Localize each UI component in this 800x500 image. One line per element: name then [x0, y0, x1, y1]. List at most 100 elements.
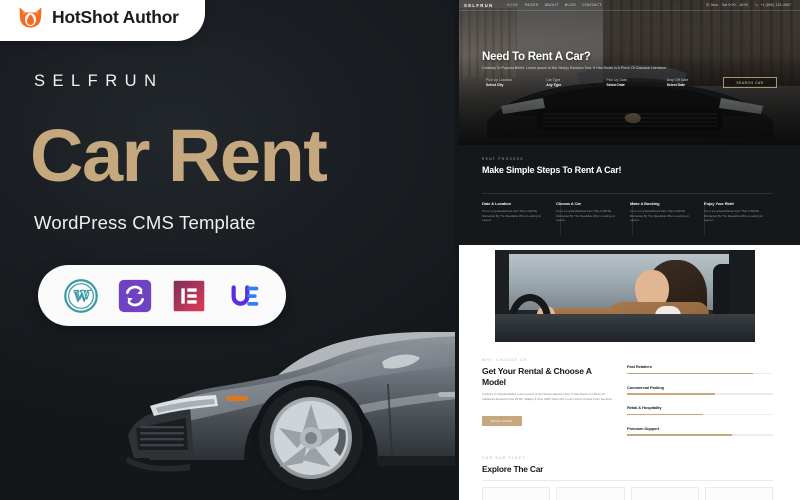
- hero-section: Need To Rent A Car? Contrary To Popular …: [455, 0, 800, 145]
- read-more-button[interactable]: Read More: [482, 416, 522, 426]
- step-desc: It Is A Long Established Fact That A Wil…: [482, 209, 541, 223]
- rental-section: Why Choose Us Get Your Rental & Choose A…: [455, 348, 800, 453]
- rental-paragraph: Contrary To Popular Belief, Lorem Ipsum …: [482, 392, 613, 402]
- car-card-4[interactable]: [704, 487, 773, 500]
- step-title: Make A Booking: [630, 201, 660, 206]
- hero-title: Need To Rent A Car?: [482, 51, 591, 63]
- search-car-button[interactable]: Search Car: [723, 77, 777, 88]
- steps-eyebrow: Rent Process: [482, 157, 524, 161]
- skill-row-premium-support: Premium Support: [627, 426, 773, 436]
- promo-title: Car Rent: [30, 114, 328, 197]
- skill-fill: [627, 372, 753, 375]
- step-card-date-location[interactable]: Date & Location It Is A Long Established…: [482, 201, 551, 223]
- promo-brand: SELFRUN: [34, 72, 164, 90]
- explore-divider: [482, 480, 773, 481]
- elementor-icon: [173, 280, 205, 311]
- fox-flame-icon: [19, 7, 42, 28]
- website-preview: Need To Rent A Car? Contrary To Popular …: [455, 0, 800, 500]
- step-card-enjoy-your-ride[interactable]: Enjoy Your Ride! It Is A Long Establishe…: [704, 201, 773, 223]
- booking-field-dropoff-date[interactable]: Drop Off Date Select Date: [663, 78, 721, 87]
- site-nav: Home Pages About Blog Contact: [507, 3, 602, 7]
- driver-photo-band: [455, 245, 800, 348]
- revolution-slider-icon: [118, 279, 152, 312]
- contact-phone[interactable]: +1 (800) 123-4567: [755, 3, 791, 7]
- skill-track: [627, 413, 773, 416]
- skill-label: Commercial Parking: [627, 384, 664, 390]
- promo-banner: HotShot Author SELFRUN Car Rent WordPres…: [0, 0, 800, 500]
- phone-icon: [756, 3, 759, 7]
- field-label: Pick Up Date: [606, 78, 627, 82]
- rental-eyebrow: Why Choose Us: [482, 358, 528, 362]
- svg-text:W: W: [73, 288, 89, 305]
- field-label: Drop Off Date: [666, 78, 689, 82]
- field-value: Select City: [486, 83, 504, 87]
- band-mask-left: [455, 245, 495, 273]
- steps-grid: Date & Location It Is A Long Established…: [482, 201, 773, 223]
- site-header: SELFRUN Home Pages About Blog Contact Mo…: [455, 0, 800, 11]
- unlimited-elements-icon: [231, 284, 259, 306]
- skill-row-commercial-parking: Commercial Parking: [627, 385, 773, 395]
- clock-icon: [706, 3, 710, 7]
- contact-hours: Mon - Sat 9:00 - 18:00: [706, 3, 748, 7]
- car-door: [495, 314, 755, 342]
- field-value: Select Date: [666, 83, 686, 87]
- promo-left-panel: HotShot Author SELFRUN Car Rent WordPres…: [0, 0, 455, 500]
- explore-card-row: [482, 487, 773, 500]
- car-card-3[interactable]: [630, 487, 699, 500]
- field-value: Any Type: [546, 83, 562, 87]
- step-desc: It Is A Long Established Fact That A Wil…: [630, 209, 689, 223]
- explore-section: Our Car Fleet Explore The Car: [455, 453, 800, 500]
- field-label: Car Type: [546, 78, 561, 82]
- skill-row-retail-hospitality: Retail & Hospitality: [627, 405, 773, 416]
- nav-item-pages[interactable]: Pages: [525, 3, 539, 7]
- steps-title: Make Simple Steps To Rent A Car!: [482, 165, 622, 175]
- skill-fill: [627, 434, 733, 436]
- skill-fill: [627, 413, 703, 416]
- field-value: Select Date: [606, 83, 625, 87]
- nav-item-contact[interactable]: Contact: [582, 3, 602, 7]
- promo-subtitle: WordPress CMS Template: [34, 212, 256, 233]
- step-title: Choose A Car: [556, 201, 581, 206]
- booking-search-bar[interactable]: Pick Up Location Select City Car Type An…: [482, 76, 777, 89]
- hero-overlay: [455, 0, 800, 145]
- panel-edge: [455, 0, 459, 500]
- explore-eyebrow: Our Car Fleet: [482, 456, 526, 460]
- car-card-1[interactable]: [482, 487, 551, 500]
- skill-fill: [627, 393, 715, 395]
- booking-field-pickup-location[interactable]: Pick Up Location Select City: [482, 78, 540, 87]
- step-card-choose-a-car[interactable]: Choose A Car It Is A Long Established Fa…: [556, 201, 625, 223]
- hotshot-author-badge[interactable]: HotShot Author: [0, 0, 205, 41]
- step-title: Enjoy Your Ride!: [704, 201, 735, 206]
- wordpress-icon: W: [64, 278, 98, 313]
- site-logo[interactable]: SELFRUN: [464, 3, 494, 8]
- skill-label: Premium Support: [627, 425, 660, 431]
- steps-divider: [482, 193, 773, 194]
- nav-item-home[interactable]: Home: [507, 3, 519, 7]
- hero-subtitle: Contrary To Popular Belief, Lorem Ipsum …: [482, 66, 668, 70]
- band-mask-right: [755, 245, 800, 273]
- driver-photo: [495, 250, 755, 342]
- skill-row-fast-retailers: Fast Retailers: [627, 364, 773, 375]
- step-title: Date & Location: [482, 201, 511, 206]
- skill-label: Fast Retailers: [627, 364, 652, 369]
- skill-bars: Fast Retailers Commercial Parking Retail…: [627, 364, 773, 446]
- skill-track: [627, 393, 773, 395]
- skill-track: [627, 372, 773, 375]
- skill-label: Retail & Hospitality: [627, 405, 662, 411]
- skill-track: [627, 434, 773, 436]
- booking-field-car-type[interactable]: Car Type Any Type: [542, 78, 600, 87]
- author-badge-label: HotShot Author: [52, 7, 179, 27]
- nav-item-blog[interactable]: Blog: [565, 3, 576, 7]
- tech-badge-pill: W: [38, 265, 286, 326]
- booking-field-pickup-date[interactable]: Pick Up Date Select Date: [603, 78, 661, 87]
- step-desc: It Is A Long Established Fact That A Wil…: [704, 209, 763, 223]
- car-card-2[interactable]: [556, 487, 625, 500]
- site-contact-info: Mon - Sat 9:00 - 18:00 +1 (800) 123-4567: [706, 3, 791, 7]
- step-desc: It Is A Long Established Fact That A Wil…: [556, 209, 615, 223]
- explore-title: Explore The Car: [482, 464, 544, 474]
- field-label: Pick Up Location: [486, 78, 513, 82]
- nav-item-about[interactable]: About: [545, 3, 559, 7]
- rental-title: Get Your Rental & Choose A Model: [482, 366, 592, 388]
- steps-section: Rent Process Make Simple Steps To Rent A…: [455, 145, 800, 245]
- step-card-make-a-booking[interactable]: Make A Booking It Is A Long Established …: [630, 201, 699, 223]
